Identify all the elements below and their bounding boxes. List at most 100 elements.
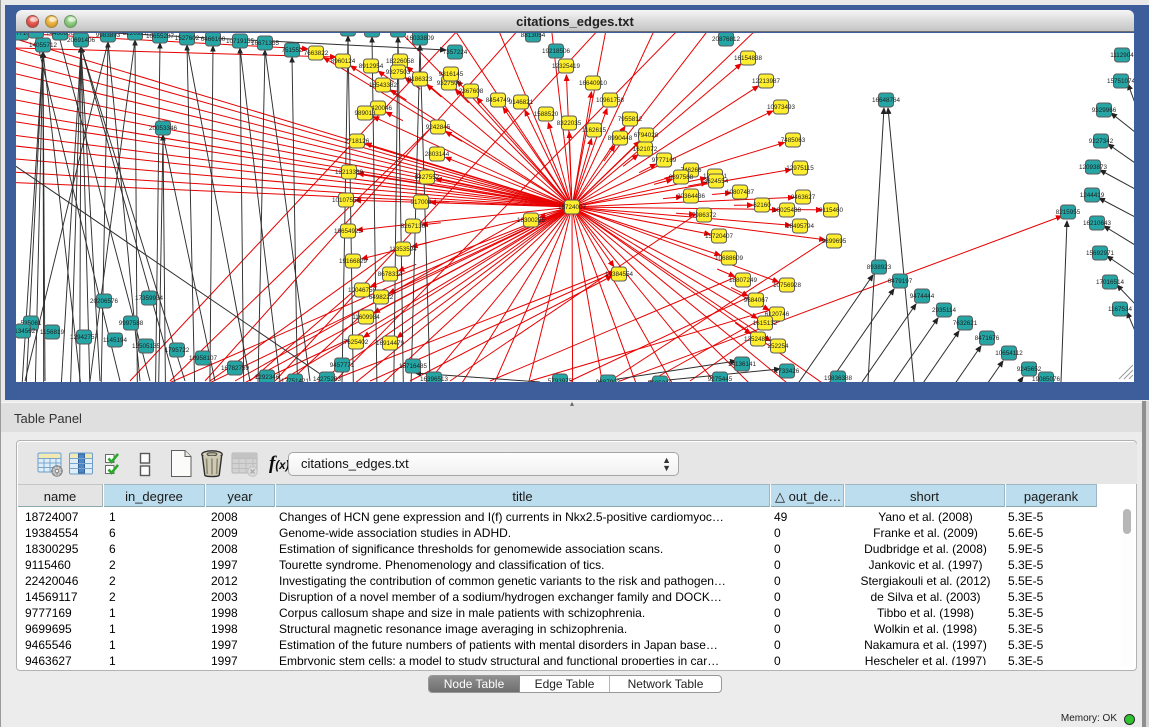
svg-text:11609934: 11609934 <box>352 314 380 321</box>
svg-text:8454749: 8454749 <box>486 97 511 104</box>
svg-text:20876812: 20876812 <box>712 36 741 43</box>
svg-text:20364436: 20364436 <box>677 193 706 200</box>
svg-text:7625402: 7625402 <box>344 339 369 346</box>
svg-text:1162615: 1162615 <box>582 127 607 134</box>
svg-text:10958107: 10958107 <box>189 355 218 362</box>
svg-text:1167534: 1167534 <box>1108 306 1133 313</box>
svg-text:16154838: 16154838 <box>734 55 763 62</box>
svg-text:12093873: 12093873 <box>1079 164 1108 171</box>
svg-text:8134562: 8134562 <box>16 328 36 335</box>
svg-text:20053346: 20053346 <box>149 125 178 132</box>
svg-text:12213389: 12213389 <box>335 169 364 176</box>
svg-text:6479197: 6479197 <box>888 278 913 285</box>
svg-text:9777169: 9777169 <box>652 157 677 164</box>
svg-text:1145194: 1145194 <box>103 337 128 344</box>
svg-text:9997588: 9997588 <box>119 320 144 327</box>
svg-text:6466160: 6466160 <box>201 36 226 43</box>
svg-text:8471676: 8471676 <box>975 335 1000 342</box>
svg-text:6897568: 6897568 <box>669 174 694 181</box>
svg-text:16033809: 16033809 <box>406 35 435 42</box>
svg-text:9329966: 9329966 <box>1092 107 1117 114</box>
svg-text:17016514: 17016514 <box>1096 279 1125 286</box>
svg-text:18495794: 18495794 <box>786 223 815 230</box>
svg-text:9457771: 9457771 <box>330 362 355 369</box>
svg-text:14136141: 14136141 <box>728 361 757 368</box>
svg-text:6794028: 6794028 <box>634 132 659 139</box>
svg-text:6498222: 6498222 <box>369 294 394 301</box>
svg-text:16648764: 16648764 <box>872 97 901 104</box>
svg-text:8990448: 8990448 <box>608 135 633 142</box>
svg-text:7632621: 7632621 <box>953 320 978 327</box>
svg-text:1588520: 1588520 <box>534 111 559 118</box>
svg-text:12505135: 12505135 <box>132 343 161 350</box>
svg-text:2718126: 2718126 <box>345 138 370 145</box>
svg-text:16671355: 16671355 <box>251 40 280 47</box>
svg-text:9245652: 9245652 <box>1017 366 1042 373</box>
svg-text:19836388: 19836388 <box>824 375 853 382</box>
svg-text:10655287: 10655287 <box>146 33 175 40</box>
svg-text:5793975: 5793975 <box>548 378 573 382</box>
svg-text:8912954: 8912954 <box>359 63 384 70</box>
svg-text:18300295: 18300295 <box>517 217 546 224</box>
svg-text:18807249: 18807249 <box>729 277 758 284</box>
svg-text:10046756: 10046756 <box>348 287 377 294</box>
svg-text:18724007: 18724007 <box>558 204 587 211</box>
svg-text:8322035: 8322035 <box>557 120 582 127</box>
svg-text:12975115: 12975115 <box>786 165 814 172</box>
svg-text:8960124: 8960124 <box>331 58 356 65</box>
svg-text:15692971: 15692971 <box>1086 250 1115 257</box>
svg-text:7357224: 7357224 <box>443 49 468 56</box>
svg-text:7663822: 7663822 <box>304 50 329 57</box>
svg-text:1156819: 1156819 <box>40 329 65 336</box>
svg-text:9816145: 9816145 <box>439 71 464 78</box>
svg-text:10688609: 10688609 <box>715 255 744 262</box>
svg-text:13524851: 13524851 <box>744 336 773 343</box>
svg-text:8938923: 8938923 <box>867 264 892 271</box>
svg-text:7485063: 7485063 <box>781 137 806 144</box>
svg-text:16782759: 16782759 <box>221 365 250 372</box>
svg-text:9899695: 9899695 <box>822 238 847 245</box>
svg-text:1621072: 1621072 <box>633 146 658 153</box>
svg-text:20206576: 20206576 <box>90 298 119 305</box>
svg-text:15716485: 15716485 <box>399 363 428 370</box>
svg-text:7986372: 7986372 <box>692 212 717 219</box>
svg-text:62160: 62160 <box>753 202 771 209</box>
svg-text:2935114: 2935114 <box>932 307 957 314</box>
svg-text:1244419: 1244419 <box>1080 192 1105 199</box>
svg-text:9983893: 9983893 <box>96 33 121 39</box>
svg-text:19085076: 19085076 <box>1032 376 1061 382</box>
svg-text:3624554: 3624554 <box>704 178 729 185</box>
svg-text:3220921: 3220921 <box>123 33 148 37</box>
svg-text:989013: 989013 <box>354 110 376 117</box>
svg-text:12942757: 12942757 <box>70 334 99 341</box>
svg-text:19218506: 19218506 <box>542 48 571 55</box>
svg-text:19384554: 19384554 <box>605 271 634 278</box>
svg-text:9327503: 9327503 <box>386 69 411 76</box>
svg-text:10025438: 10025438 <box>773 207 802 214</box>
svg-text:8813054: 8813054 <box>521 33 546 39</box>
svg-text:917006: 917006 <box>410 199 432 206</box>
svg-text:16914479: 16914479 <box>376 340 405 347</box>
svg-text:9684067: 9684067 <box>744 297 769 304</box>
svg-text:17751421: 17751421 <box>281 378 310 382</box>
svg-text:8215955: 8215955 <box>1056 209 1081 216</box>
svg-text:15720407: 15720407 <box>705 233 734 240</box>
svg-text:10973493: 10973493 <box>767 104 796 111</box>
svg-text:11558837: 11558837 <box>384 33 412 34</box>
svg-text:11353594: 11353594 <box>389 246 417 253</box>
svg-text:10107554: 10107554 <box>332 197 361 204</box>
svg-text:9275445: 9275445 <box>708 376 733 382</box>
svg-text:1527602: 1527602 <box>175 35 200 42</box>
svg-text:16210643: 16210643 <box>1083 220 1112 227</box>
svg-text:1615132: 1615132 <box>753 320 778 327</box>
svg-text:9227342: 9227342 <box>1089 138 1114 145</box>
svg-text:1292346: 1292346 <box>255 374 280 381</box>
svg-text:20691406: 20691406 <box>67 37 96 44</box>
svg-text:8678334: 8678334 <box>378 271 403 278</box>
svg-text:252254: 252254 <box>767 343 789 350</box>
svg-text:12325419: 12325419 <box>552 63 581 70</box>
svg-text:16543382: 16543382 <box>369 82 398 89</box>
svg-text:15751074: 15751074 <box>1107 78 1134 85</box>
svg-text:2367608: 2367608 <box>459 88 484 95</box>
svg-text:7955812: 7955812 <box>618 116 643 123</box>
